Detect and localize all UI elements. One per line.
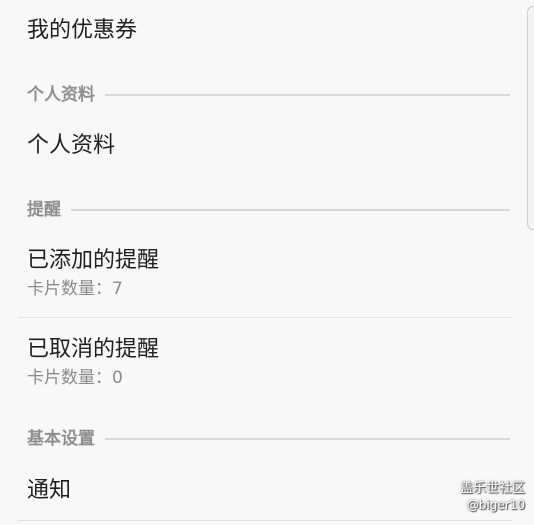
notifications-item[interactable]: 通知 bbox=[27, 478, 534, 504]
section-header-reminders: 提醒 bbox=[27, 199, 510, 221]
added-reminders-title: 已添加的提醒 bbox=[27, 248, 160, 273]
list-divider bbox=[18, 317, 512, 318]
list-divider bbox=[18, 520, 512, 521]
section-label-basic-settings: 基本设置 bbox=[27, 429, 95, 449]
cancelled-reminders-title: 已取消的提醒 bbox=[27, 337, 160, 362]
settings-list: 我的优惠券 个人资料 个人资料 提醒 已添加的提醒 卡片数量：7 已取消的提醒 … bbox=[0, 0, 534, 525]
section-divider-line bbox=[105, 438, 510, 440]
section-header-profile: 个人资料 bbox=[27, 84, 510, 106]
added-reminders-item[interactable]: 已添加的提醒 卡片数量：7 bbox=[27, 248, 534, 300]
notifications-title: 通知 bbox=[27, 478, 72, 503]
cancelled-reminders-item[interactable]: 已取消的提醒 卡片数量：0 bbox=[27, 337, 534, 389]
my-coupons-title: 我的优惠券 bbox=[27, 18, 138, 43]
scrollbar[interactable] bbox=[527, 6, 534, 230]
section-divider-line bbox=[105, 94, 510, 96]
section-divider-line bbox=[71, 209, 510, 211]
my-coupons-item[interactable]: 我的优惠券 bbox=[27, 18, 534, 44]
section-header-basic-settings: 基本设置 bbox=[27, 428, 510, 450]
profile-title: 个人资料 bbox=[27, 133, 116, 158]
watermark: 盖乐世社区 @biger10 bbox=[460, 481, 525, 513]
section-label-reminders: 提醒 bbox=[27, 200, 61, 220]
watermark-user: @biger10 bbox=[466, 498, 525, 512]
section-label-profile: 个人资料 bbox=[27, 85, 95, 105]
profile-item[interactable]: 个人资料 bbox=[27, 133, 534, 159]
cancelled-reminders-count: 卡片数量：0 bbox=[27, 368, 123, 388]
watermark-title: 盖乐世社区 bbox=[459, 481, 525, 496]
added-reminders-count: 卡片数量：7 bbox=[27, 279, 123, 299]
